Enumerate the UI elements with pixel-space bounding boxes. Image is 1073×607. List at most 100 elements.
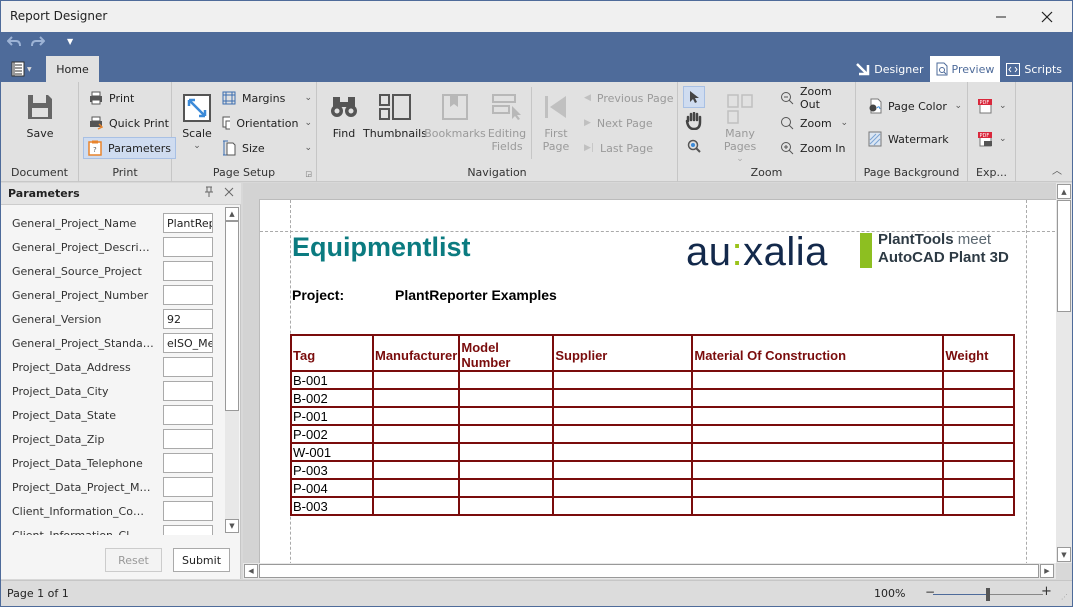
parameter-input[interactable]: eISO_Me [163,333,213,353]
redo-icon[interactable] [31,36,46,52]
save-icon [28,95,52,119]
table-cell [691,496,945,516]
save-button[interactable]: Save [23,94,57,140]
parameter-input[interactable] [163,357,213,377]
last-page-button[interactable]: ▶| Last Page [584,138,653,158]
hand-tool-button[interactable] [685,111,703,133]
table-cell [942,442,1016,462]
zoom-dropdown-button[interactable]: Zoom ⌄ [780,113,848,133]
table-cell [691,406,945,426]
document-horizontal-scrollbar[interactable]: ◀ ▶ [243,563,1056,579]
parameter-input[interactable]: 92 [163,309,213,329]
scale-button[interactable]: Scale ⌄ [182,94,212,153]
send-pdf-button[interactable]: PDF ⌄ [977,129,1007,149]
pin-icon[interactable] [204,186,214,201]
minimize-icon[interactable] [978,1,1024,32]
table-cell [942,478,1016,498]
scroll-up-icon[interactable]: ▲ [225,207,239,221]
tag-cell: P-001 [290,406,374,426]
scroll-up-icon[interactable]: ▲ [1057,184,1071,199]
close-panel-icon[interactable] [224,186,234,200]
many-pages-button[interactable]: Many Pages ⌄ [708,94,772,166]
document-vertical-scrollbar[interactable]: ▲ ▼ [1056,183,1072,563]
parameter-input[interactable] [163,381,213,401]
page-color-button[interactable]: Page Color ⌄ [868,96,962,116]
parameter-label: Project_Data_Telephone [12,457,143,470]
print-button[interactable]: Print [89,88,134,108]
parameter-input[interactable]: PlantRep [163,213,213,233]
parameter-input[interactable] [163,429,213,449]
table-cell [942,370,1016,390]
parameter-label: Project_Data_Address [12,361,131,374]
size-button[interactable]: Size ⌄ [222,138,312,158]
submit-button[interactable]: Submit [173,548,230,572]
table-row: P-002 [290,424,1016,444]
table-cell [458,496,555,516]
undo-icon[interactable] [6,36,21,52]
table-cell [552,442,694,462]
dialog-launcher-icon[interactable]: ◲ [305,170,312,178]
parameters-scrollbar[interactable]: ▲ ▼ [225,207,239,533]
collapse-ribbon-icon[interactable]: ︿ [1052,162,1062,177]
scroll-right-icon[interactable]: ▶ [1040,564,1054,578]
orientation-button[interactable]: Orientation ⌄ [222,113,312,133]
customize-qat-icon[interactable]: ▼ [67,36,73,52]
zoom-slider[interactable]: − + [925,584,1052,603]
reset-button[interactable]: Reset [105,548,162,572]
column-header: Supplier [552,334,694,372]
close-window-icon[interactable] [1024,1,1070,32]
chevron-down-icon: ⌄ [304,143,312,153]
tab-designer[interactable]: Designer [850,56,929,82]
chevron-down-icon: ⌄ [193,141,201,151]
find-button[interactable]: Find [327,94,361,140]
scrollbar-thumb[interactable] [225,221,239,411]
resize-grip-icon[interactable]: ⋰ [1061,593,1068,601]
tab-home[interactable]: Home [46,56,99,82]
tab-preview[interactable]: Preview [929,56,1001,82]
tab-scripts[interactable]: Scripts [1000,56,1068,82]
zoom-slider-knob[interactable] [986,588,990,601]
parameter-input[interactable] [163,237,213,257]
parameter-input[interactable] [163,405,213,425]
parameter-input[interactable] [163,501,213,521]
scripts-icon [1006,62,1021,76]
pointer-tool-button[interactable] [683,86,705,108]
first-page-icon [545,96,566,118]
zoom-in-button[interactable]: Zoom In [780,138,845,158]
scroll-down-icon[interactable]: ▼ [1057,547,1071,562]
scroll-down-icon[interactable]: ▼ [225,519,239,533]
column-header: Model Number [458,334,555,372]
quick-print-button[interactable]: Quick Print [89,113,169,133]
parameter-input[interactable] [163,477,213,497]
parameter-input[interactable] [163,285,213,305]
bookmarks-button[interactable]: Bookmarks [424,94,486,140]
parameter-label: Project_Data_Project_Man... [12,481,154,494]
marquee-zoom-button[interactable] [687,139,701,156]
size-icon [223,140,236,156]
margins-button[interactable]: Margins ⌄ [222,88,312,108]
editing-fields-button[interactable]: Editing Fields [485,94,529,153]
parameters-icon: ? [88,140,102,156]
svg-text:PDF: PDF [980,133,990,139]
zoom-plus-icon[interactable]: + [1041,584,1052,599]
parameter-input[interactable] [163,453,213,473]
parameter-input[interactable] [163,261,213,281]
app-menu-button[interactable]: ▼ [11,59,37,79]
previous-page-button[interactable]: ◀ Previous Page [584,88,674,108]
scrollbar-thumb[interactable] [1057,200,1071,312]
first-page-button[interactable]: First Page [539,94,573,153]
zoom-out-button[interactable]: Zoom Out [780,85,855,111]
parameters-button[interactable]: ? Parameters [83,137,176,159]
next-page-button[interactable]: ▶ Next Page [584,113,653,133]
scrollbar-thumb[interactable] [259,564,1039,578]
scroll-left-icon[interactable]: ◀ [244,564,258,578]
parameter-label: General_Project_Standard [12,337,154,350]
parameter-input[interactable] [163,525,213,535]
group-label-page-background: Page Background [863,166,960,179]
watermark-button[interactable]: Watermark [868,129,949,149]
margin-guide [1026,200,1027,563]
export-pdf-button[interactable]: PDF ⌄ [977,96,1007,116]
zoom-minus-icon[interactable]: − [925,585,935,599]
thumbnails-button[interactable]: Thumbnails [363,94,427,140]
bookmark-icon [442,94,468,120]
